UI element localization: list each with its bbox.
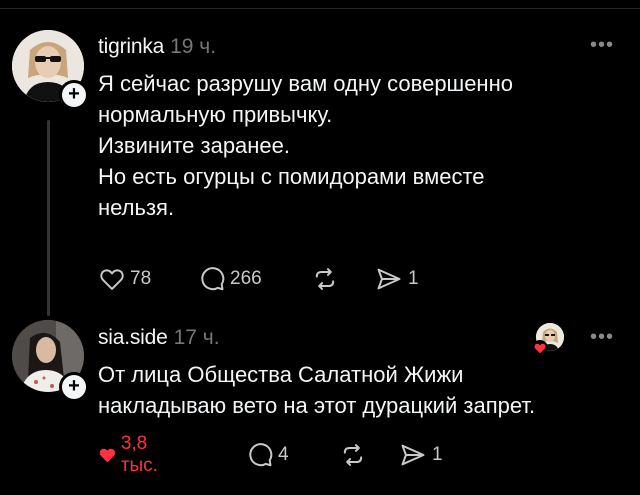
- comment-count: 4: [278, 444, 289, 465]
- comment-button[interactable]: 4: [246, 439, 289, 471]
- share-count: 1: [408, 268, 419, 289]
- heart-filled-icon: [99, 448, 116, 463]
- like-button[interactable]: 78: [98, 263, 151, 295]
- like-count: 78: [130, 268, 152, 289]
- comment-icon: [201, 267, 225, 291]
- timestamp: 17 ч.: [173, 326, 220, 349]
- send-icon: [377, 268, 401, 290]
- repost-button[interactable]: [338, 439, 368, 471]
- send-icon: [401, 444, 425, 466]
- repost-icon: [315, 268, 335, 290]
- heart-icon: [100, 269, 124, 290]
- post-text: Я сейчас разрушу вам одну совершенно нор…: [98, 68, 618, 223]
- post-header: sia.side 17 ч.: [98, 325, 220, 351]
- thread-line: [47, 120, 50, 316]
- timestamp: 19 ч.: [170, 35, 217, 58]
- share-button[interactable]: 1: [374, 263, 419, 295]
- comment-count: 266: [230, 268, 262, 289]
- comment-icon: [249, 443, 273, 467]
- post-text-line: Но есть огурцы с помидорами вместе: [98, 164, 485, 189]
- top-divider: [0, 8, 640, 9]
- username[interactable]: sia.side: [98, 326, 168, 349]
- post-text-line: Я сейчас разрушу вам одну совершенно: [98, 71, 513, 96]
- more-options-icon[interactable]: •••: [590, 327, 614, 347]
- like-button[interactable]: 3,8 тыс.: [98, 433, 167, 476]
- comment-button[interactable]: 266: [198, 263, 262, 295]
- post-text-line: накладываю вето на этот дурацкий запрет.: [98, 393, 536, 418]
- username[interactable]: tigrinka: [98, 35, 164, 58]
- post-text: От лица Общества Салатной Жижи накладыва…: [98, 359, 618, 421]
- like-count: 3,8 тыс.: [120, 433, 158, 476]
- post-text-line: нормальную привычку.: [98, 102, 333, 127]
- more-options-icon[interactable]: •••: [590, 35, 614, 55]
- repost-button[interactable]: [310, 263, 340, 295]
- repost-icon: [343, 444, 363, 466]
- post-header: tigrinka 19 ч.: [98, 34, 216, 60]
- follow-plus-button[interactable]: +: [59, 372, 89, 402]
- post-text-line: От лица Общества Салатной Жижи: [98, 362, 464, 387]
- share-count: 1: [432, 444, 443, 465]
- heart-badge-icon: [532, 340, 548, 356]
- share-button[interactable]: 1: [398, 439, 443, 471]
- follow-plus-button[interactable]: +: [59, 80, 89, 110]
- post-text-line: нельзя.: [98, 195, 175, 220]
- post-text-line: Извините заранее.: [98, 133, 291, 158]
